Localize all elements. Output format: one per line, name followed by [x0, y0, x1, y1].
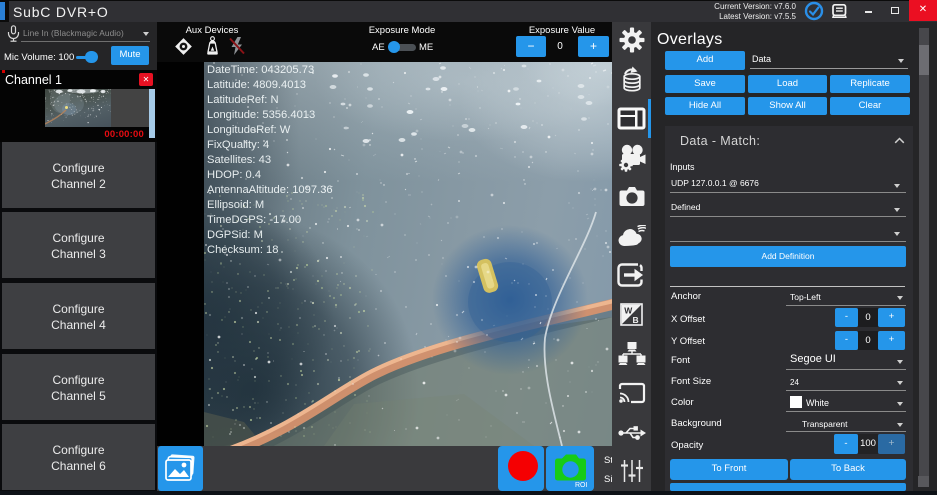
svg-text:W: W: [624, 305, 633, 315]
svg-text:B: B: [633, 315, 639, 325]
